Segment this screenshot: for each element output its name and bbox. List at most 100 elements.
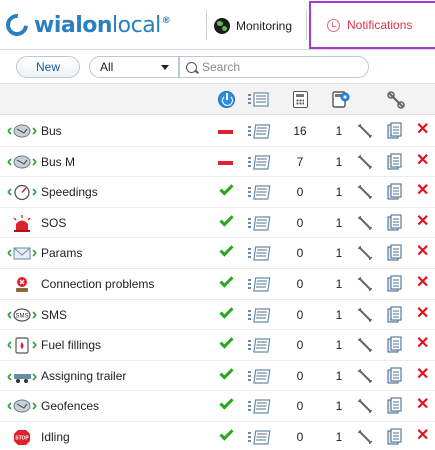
list-icon[interactable] <box>247 368 271 386</box>
wrench-icon[interactable] <box>356 122 374 140</box>
wrench-icon[interactable] <box>356 367 374 385</box>
top-header: wialonlocal® Monitoring Notifications <box>0 0 435 50</box>
notification-row[interactable]: Params 0 1 ✕ <box>0 238 435 269</box>
enabled-check-icon[interactable] <box>218 242 236 260</box>
power-icon[interactable] <box>218 91 235 108</box>
logo-registered-mark: ® <box>161 16 171 27</box>
notification-name[interactable]: Bus <box>41 124 62 138</box>
wrench-icon[interactable] <box>356 428 374 446</box>
notification-name[interactable]: SOS <box>41 216 66 230</box>
disabled-minus-icon[interactable] <box>218 124 236 138</box>
list-icon[interactable] <box>247 429 271 447</box>
notification-name[interactable]: Assigning trailer <box>41 369 126 383</box>
copy-icon[interactable] <box>387 397 402 415</box>
delete-icon[interactable]: ✕ <box>416 274 429 292</box>
notification-name[interactable]: Speedings <box>41 185 98 199</box>
search-field[interactable] <box>179 56 369 78</box>
wrench-icon[interactable] <box>356 244 374 262</box>
notification-row[interactable]: Speedings 0 1 ✕ <box>0 177 435 208</box>
delete-icon[interactable]: ✕ <box>416 305 429 323</box>
delete-icon[interactable]: ✕ <box>416 366 429 384</box>
search-icon <box>186 61 197 73</box>
notification-name[interactable]: Params <box>41 246 82 260</box>
copy-icon[interactable] <box>387 428 402 446</box>
new-notification-button[interactable]: New <box>16 56 80 78</box>
notification-row[interactable]: Assigning trailer 0 1 ✕ <box>0 360 435 392</box>
enabled-check-icon[interactable] <box>218 212 236 230</box>
list-icon[interactable] <box>247 123 271 141</box>
enabled-check-icon[interactable] <box>218 426 236 444</box>
notification-row[interactable]: Connection problems 0 1 ✕ <box>0 268 435 300</box>
alarm-light-icon <box>7 214 37 232</box>
copy-icon[interactable] <box>387 122 402 140</box>
filter-select[interactable]: All <box>89 56 179 78</box>
notification-row[interactable]: SMS SMS 0 1 ✕ <box>0 299 435 331</box>
search-input[interactable] <box>202 60 362 74</box>
copy-icon[interactable] <box>387 244 402 262</box>
list-icon[interactable] <box>247 91 271 109</box>
copy-icon[interactable] <box>387 336 402 354</box>
enabled-check-icon[interactable] <box>218 365 236 383</box>
notification-row[interactable]: Bus 16 1 ✕ <box>0 116 435 147</box>
wrench-icon[interactable] <box>356 397 374 415</box>
unit-count: 1 <box>335 246 343 261</box>
delete-icon[interactable]: ✕ <box>416 213 429 231</box>
copy-icon[interactable] <box>387 367 402 385</box>
list-icon[interactable] <box>247 184 271 202</box>
notification-name[interactable]: Idling <box>41 430 70 444</box>
enabled-check-icon[interactable] <box>218 273 236 291</box>
trigger-count: 16 <box>293 124 307 138</box>
notification-name[interactable]: Fuel fillings <box>41 338 101 352</box>
enabled-check-icon[interactable] <box>218 181 236 199</box>
wrench-icon[interactable] <box>356 153 374 171</box>
delete-icon[interactable]: ✕ <box>416 243 429 261</box>
delete-icon[interactable]: ✕ <box>416 335 429 353</box>
wrench-icon[interactable] <box>356 336 374 354</box>
disabled-minus-icon[interactable] <box>218 155 236 169</box>
wrench-icon[interactable] <box>356 275 374 293</box>
notification-name[interactable]: Connection problems <box>41 277 154 291</box>
calculator-gear-icon[interactable] <box>332 91 350 109</box>
trigger-count: 0 <box>296 429 304 444</box>
fuel-icon <box>7 337 37 354</box>
unit-count: 1 <box>335 399 343 414</box>
notification-row[interactable]: Fuel fillings 0 1 ✕ <box>0 330 435 361</box>
notification-row[interactable]: Bus M 7 1 ✕ <box>0 146 435 178</box>
delete-icon[interactable]: ✕ <box>416 121 429 139</box>
enabled-check-icon[interactable] <box>218 303 236 322</box>
notification-name[interactable]: Bus M <box>41 155 75 169</box>
list-icon[interactable] <box>247 215 271 233</box>
wialon-logo[interactable]: wialonlocal® <box>1 9 171 41</box>
calculator-icon[interactable] <box>293 91 308 108</box>
copy-icon[interactable] <box>387 183 402 201</box>
notification-row[interactable]: STOP Idling 0 1 ✕ <box>0 421 435 450</box>
enabled-check-icon[interactable] <box>218 395 236 413</box>
enabled-check-icon[interactable] <box>218 334 236 352</box>
notification-name[interactable]: SMS <box>41 308 67 322</box>
list-icon[interactable] <box>247 245 271 263</box>
copy-icon[interactable] <box>387 306 402 324</box>
wrench-icon[interactable] <box>356 306 374 324</box>
list-icon[interactable] <box>247 398 271 416</box>
notification-name[interactable]: Geofences <box>41 399 99 413</box>
list-icon[interactable] <box>247 337 271 355</box>
list-icon[interactable] <box>247 276 271 294</box>
wrench-icon[interactable] <box>356 183 374 201</box>
copy-icon[interactable] <box>387 153 402 171</box>
tab-monitoring[interactable]: Monitoring <box>214 13 292 39</box>
delete-icon[interactable]: ✕ <box>416 396 429 414</box>
copy-icon[interactable] <box>387 275 402 293</box>
delete-icon[interactable]: ✕ <box>416 152 429 170</box>
copy-icon[interactable] <box>387 214 402 232</box>
notification-row[interactable]: Geofences 0 1 ✕ <box>0 391 435 422</box>
delete-icon[interactable]: ✕ <box>416 427 429 445</box>
tab-monitoring-label: Monitoring <box>236 19 293 33</box>
list-icon[interactable] <box>247 154 271 172</box>
tab-notifications[interactable]: Notifications <box>309 1 435 49</box>
notification-row[interactable]: SOS 0 1 ✕ <box>0 207 435 239</box>
wrench-icon <box>387 91 405 109</box>
delete-icon[interactable]: ✕ <box>416 182 429 200</box>
unit-count: 1 <box>335 429 343 444</box>
wrench-icon[interactable] <box>356 214 374 232</box>
list-icon[interactable] <box>247 307 271 325</box>
